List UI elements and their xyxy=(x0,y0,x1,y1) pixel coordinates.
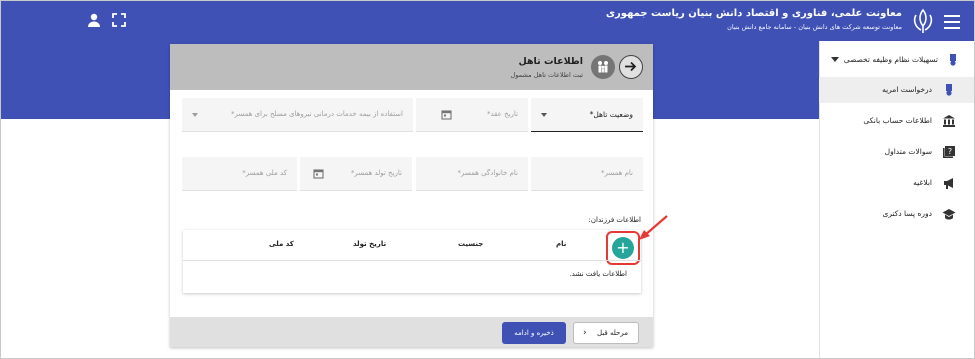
column-header-birthdate: تاریخ تولد xyxy=(353,240,387,248)
chevron-down-icon xyxy=(541,113,547,117)
field-label: تاریخ تولد همسر* xyxy=(350,169,402,177)
badge-icon xyxy=(946,84,952,96)
marital-status-select[interactable]: وضعیت تاهل* xyxy=(531,98,643,132)
family-icon xyxy=(591,55,615,79)
back-button[interactable] xyxy=(619,55,643,79)
sidebar-item-label: اطلاعات حساب بانکی xyxy=(863,116,932,125)
chevron-left-icon: ‹ xyxy=(583,328,587,338)
emblem-icon xyxy=(913,8,933,33)
field-label: نام خانوادگی همسر* xyxy=(457,169,518,177)
annotation-arrow-icon xyxy=(639,215,668,240)
card-header: اطلاعات تاهل ثبت اطلاعات تاهل مشمول xyxy=(170,44,653,90)
column-header-gender: جنسیت xyxy=(458,240,484,248)
graduation-cap-icon xyxy=(942,209,956,220)
menu-icon[interactable] xyxy=(942,11,962,31)
top-header: معاونت علمی، فناوری و اقتصاد دانش بنیان … xyxy=(1,1,974,41)
field-label: استفاده از بیمه خدمات درمانی نیروهای مسل… xyxy=(230,110,403,118)
save-continue-button[interactable]: ذخیره و ادامه xyxy=(502,322,566,344)
calendar-icon[interactable] xyxy=(441,109,452,120)
sidebar-item-label: ابلاغیه xyxy=(913,178,932,187)
empty-message: اطلاعات یافت نشد. xyxy=(569,270,627,278)
sidebar-item-bank-account[interactable]: اطلاعات حساب بانکی xyxy=(819,108,974,134)
page-subtitle: ثبت اطلاعات تاهل مشمول xyxy=(510,71,583,79)
sidebar-item-postdoc[interactable]: دوره پسا دکتری xyxy=(819,201,974,227)
card-footer: مرحله قبل ‹ ذخیره و ادامه xyxy=(170,317,653,347)
field-label: نام همسر* xyxy=(601,169,633,177)
sidebar-item-amriye-request[interactable]: درخواست امریه xyxy=(819,77,974,103)
field-label: وضعیت تاهل* xyxy=(589,110,633,119)
app-subtitle: معاونت توسعه شرکت های دانش بنیان - سامان… xyxy=(727,23,902,31)
bank-icon xyxy=(943,115,955,127)
table-divider xyxy=(183,260,641,261)
calendar-icon[interactable] xyxy=(313,168,324,179)
svg-text:?: ? xyxy=(948,147,952,156)
field-label: تاریخ عقد* xyxy=(486,110,518,118)
sidebar: تسهیلات نظام وظیفه تخصصی درخواست امریه ا… xyxy=(819,41,974,358)
column-header-nid: کد ملی xyxy=(269,240,294,248)
app-window: معاونت علمی، فناوری و اقتصاد دانش بنیان … xyxy=(0,0,975,359)
app-title: معاونت علمی، فناوری و اقتصاد دانش بنیان … xyxy=(605,8,902,19)
fullscreen-icon[interactable] xyxy=(111,12,127,28)
column-header-name: نام xyxy=(556,240,567,248)
badge-icon xyxy=(950,54,956,66)
spouse-insurance-select[interactable]: استفاده از بیمه خدمات درمانی نیروهای مسل… xyxy=(182,98,413,132)
button-label: مرحله قبل xyxy=(597,329,628,337)
children-table: نام جنسیت تاریخ تولد کد ملی + اطلاعات یا… xyxy=(183,230,641,293)
sidebar-item-announcement[interactable]: ابلاغیه xyxy=(819,170,974,196)
megaphone-icon xyxy=(944,178,953,189)
sidebar-item-faq[interactable]: ? سوالات متداول xyxy=(819,139,974,165)
spouse-nid-field[interactable]: کد ملی همسر* xyxy=(182,157,297,191)
sidebar-item-label: دوره پسا دکتری xyxy=(882,209,932,218)
user-icon[interactable] xyxy=(86,12,102,28)
marital-info-card: اطلاعات تاهل ثبت اطلاعات تاهل مشمول وضعی… xyxy=(170,44,653,347)
spouse-name-field[interactable]: نام همسر* xyxy=(531,157,643,191)
arrow-right-icon xyxy=(625,61,637,72)
sidebar-item-label: تسهیلات نظام وظیفه تخصصی xyxy=(843,55,938,64)
chevron-down-icon xyxy=(831,57,839,62)
sidebar-item-label: درخواست امریه xyxy=(882,85,932,94)
previous-step-button[interactable]: مرحله قبل ‹ xyxy=(573,322,639,344)
marriage-date-field[interactable]: تاریخ عقد* xyxy=(416,98,528,132)
spouse-birthdate-field[interactable]: تاریخ تولد همسر* xyxy=(300,157,412,191)
sidebar-item-label: سوالات متداول xyxy=(884,147,932,156)
chevron-down-icon xyxy=(192,113,198,117)
spouse-family-field[interactable]: نام خانوادگی همسر* xyxy=(416,157,528,191)
page-title: اطلاعات تاهل xyxy=(518,56,583,67)
help-icon: ? xyxy=(943,146,955,158)
field-label: کد ملی همسر* xyxy=(242,169,287,177)
sidebar-item-military-facilities[interactable]: تسهیلات نظام وظیفه تخصصی xyxy=(819,47,974,73)
